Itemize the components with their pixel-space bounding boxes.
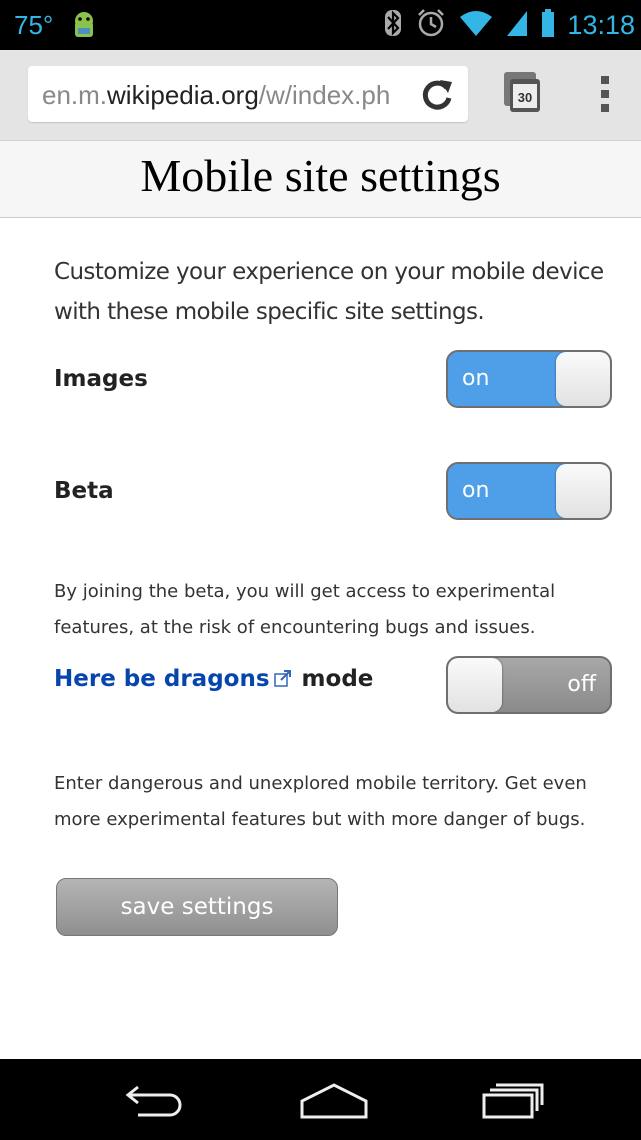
dragons-label: Here be dragons mode [54, 666, 373, 693]
overflow-menu-icon[interactable] [598, 74, 612, 119]
tabs-icon[interactable]: 30 [500, 70, 544, 121]
beta-description: By joining the beta, you will get access… [54, 581, 556, 638]
url-text[interactable]: en.m.wikipedia.org/w/index.ph [42, 80, 412, 111]
images-label: Images [54, 366, 148, 392]
dragons-toggle[interactable]: off [446, 656, 612, 714]
browser-toolbar: en.m.wikipedia.org/w/index.ph 30 [0, 50, 641, 141]
beta-toggle-state: on [462, 478, 490, 503]
toggle-knob [556, 352, 610, 406]
dragons-mode-text: mode [301, 666, 374, 692]
temperature: 75° [14, 10, 54, 40]
url-path: /w/index.ph [258, 80, 391, 110]
url-field[interactable]: en.m.wikipedia.org/w/index.ph [28, 66, 468, 122]
back-icon[interactable] [124, 1081, 186, 1124]
toggle-knob [448, 658, 502, 712]
bluetooth-icon [383, 8, 403, 43]
images-toggle-state: on [462, 366, 490, 391]
clock: 13:18 [567, 9, 635, 40]
tab-count: 30 [518, 90, 532, 105]
images-toggle[interactable]: on [446, 350, 612, 408]
reload-icon[interactable] [420, 76, 454, 117]
battery-icon [541, 8, 555, 42]
page-title: Mobile site settings [140, 150, 501, 201]
page-header: Mobile site settings [0, 141, 641, 218]
url-prefix: en.m. [42, 80, 108, 110]
intro-text: Customize your experience on your mobile… [54, 259, 604, 325]
dragons-toggle-state: off [567, 672, 596, 697]
external-link-icon [273, 667, 292, 693]
toggle-knob [556, 464, 610, 518]
signal-icon [505, 9, 529, 42]
dragons-link[interactable]: Here be dragons [54, 666, 270, 692]
navigation-bar [0, 1059, 641, 1140]
recent-apps-icon[interactable] [480, 1081, 544, 1124]
beta-label: Beta [54, 478, 114, 504]
url-domain: wikipedia.org [107, 80, 259, 110]
status-bar: 75° 13:18 [0, 0, 641, 50]
dragons-description: Enter dangerous and unexplored mobile te… [54, 773, 587, 830]
android-icon [66, 8, 102, 49]
beta-toggle[interactable]: on [446, 462, 612, 520]
alarm-icon [415, 7, 447, 44]
home-icon[interactable] [298, 1081, 370, 1124]
wifi-icon [459, 9, 493, 42]
save-settings-button[interactable]: save settings [56, 878, 338, 936]
